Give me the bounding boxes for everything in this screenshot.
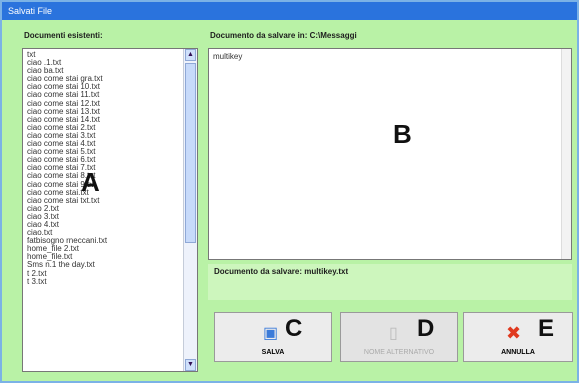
- list-item[interactable]: t 3.txt: [27, 277, 183, 286]
- document-preview[interactable]: multikey B: [208, 48, 572, 260]
- scroll-up-arrow-icon[interactable]: ▲: [185, 49, 196, 61]
- floppy-disk-icon: ▣: [263, 325, 279, 342]
- marker-e: E: [538, 315, 555, 342]
- list-scrollbar[interactable]: ▲ ▼: [183, 49, 197, 371]
- list-items-container: txt ciao .1.txt ciao ba.txt ciao come stai …: [23, 49, 183, 371]
- save-button-label: SALVA: [261, 349, 285, 356]
- document-icon: ▯: [389, 325, 398, 342]
- scroll-thumb[interactable]: [185, 63, 196, 243]
- red-x-icon: ✖: [506, 323, 522, 343]
- window-title: Salvati File: [2, 2, 577, 20]
- marker-a: A: [81, 167, 100, 197]
- cancel-button[interactable]: ✖ E ANNULLA: [463, 312, 573, 362]
- list-item[interactable]: Sms n.1 the day.txt: [27, 261, 183, 269]
- alternative-name-button-label: NOME ALTERNATIVO: [363, 349, 435, 356]
- existing-documents-list[interactable]: txt ciao .1.txt ciao ba.txt ciao come stai …: [22, 48, 198, 372]
- document-to-save-text: Documento da salvare: multikey.txt: [214, 267, 349, 276]
- document-content: multikey: [213, 52, 243, 61]
- status-bar: Documento da salvare: multikey.txt: [208, 264, 572, 300]
- preview-scrollbar[interactable]: [561, 49, 571, 259]
- list-item[interactable]: t 2.txt: [27, 269, 183, 278]
- alternative-name-button[interactable]: ▯ D NOME ALTERNATIVO: [340, 312, 458, 362]
- marker-c: C: [285, 315, 303, 342]
- marker-b: B: [393, 119, 412, 149]
- marker-d: D: [417, 315, 435, 342]
- cancel-button-label: ANNULLA: [501, 349, 535, 356]
- scroll-down-arrow-icon[interactable]: ▼: [185, 359, 196, 371]
- save-button[interactable]: ▣ C SALVA: [214, 312, 332, 362]
- save-file-window: Salvati File Documenti esistenti: txt cia…: [0, 0, 579, 383]
- save-location-label: Documento da salvare in: C:\Messaggi: [210, 31, 357, 40]
- existing-documents-label: Documenti esistenti:: [24, 31, 103, 40]
